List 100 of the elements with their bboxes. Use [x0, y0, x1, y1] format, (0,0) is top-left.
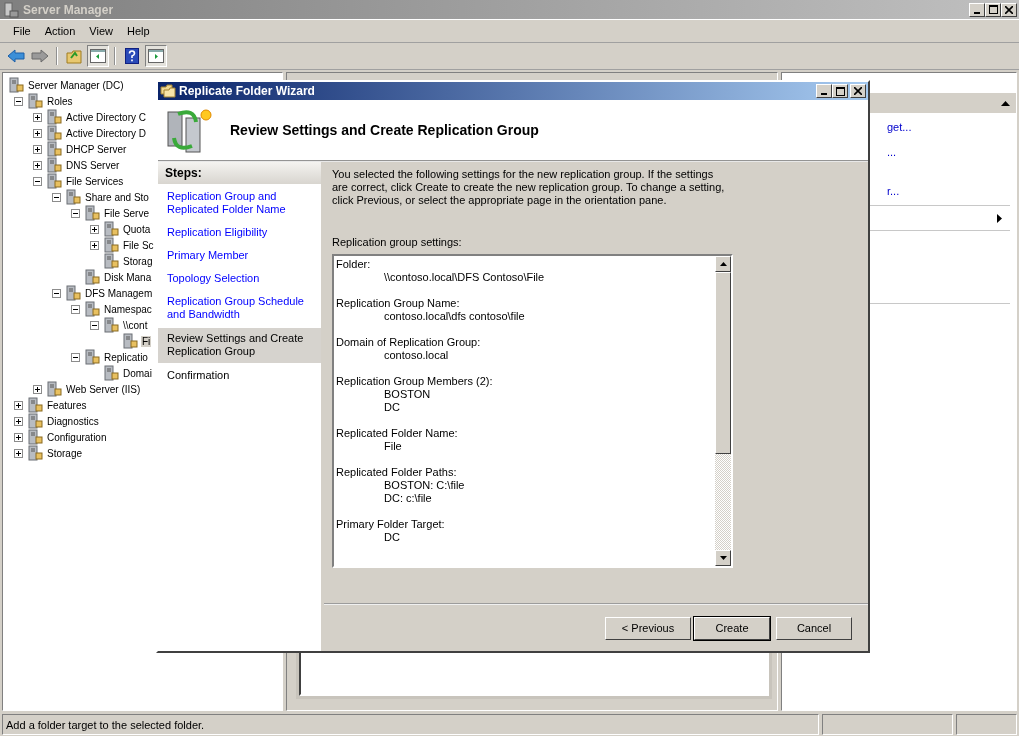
server-icon: [103, 237, 119, 253]
server-icon: [27, 397, 43, 413]
step-link[interactable]: Replication Eligibility: [158, 223, 321, 243]
close-icon: [1005, 5, 1013, 14]
scrollbar[interactable]: [715, 256, 731, 566]
tree-item[interactable]: Active Directory D: [65, 127, 147, 139]
server-icon: [46, 141, 62, 157]
collapse-toggle[interactable]: [71, 352, 80, 362]
expand-toggle[interactable]: [90, 224, 99, 234]
step-link[interactable]: Primary Member: [158, 246, 321, 266]
step-item[interactable]: Review Settings and Create Replication Group: [158, 328, 321, 363]
action-pane-button[interactable]: [145, 45, 167, 67]
server-icon: [27, 429, 43, 445]
server-icon: [3, 1, 19, 18]
tree-item[interactable]: Disk Mana: [103, 271, 153, 283]
tree-item[interactable]: Diagnostics: [46, 415, 100, 427]
tree-item[interactable]: Features: [46, 399, 88, 411]
tree-item[interactable]: Namespac: [103, 303, 153, 315]
tree-item[interactable]: DHCP Server: [65, 143, 128, 155]
maximize-button[interactable]: [985, 2, 1001, 17]
action-link[interactable]: get...: [887, 119, 1010, 135]
dialog-button[interactable]: Cancel: [776, 616, 852, 640]
menu-item[interactable]: View: [82, 25, 120, 37]
expand-toggle[interactable]: [33, 112, 42, 122]
server-icon: [84, 349, 100, 365]
close-button[interactable]: [850, 84, 866, 98]
tree-item[interactable]: Fi: [141, 335, 152, 347]
expand-toggle[interactable]: [14, 416, 23, 426]
step-link[interactable]: Replication Group and Replicated Folder Name: [158, 187, 321, 220]
tree-item[interactable]: \\cont: [122, 319, 149, 331]
setting-value: DC: [383, 401, 401, 414]
minimize-button[interactable]: [969, 2, 985, 17]
step-link[interactable]: Topology Selection: [158, 269, 321, 289]
menu-item[interactable]: Action: [37, 25, 83, 37]
dialog-title: Replicate Folder Wizard: [179, 84, 315, 98]
tree-item[interactable]: File Serve: [103, 207, 150, 219]
setting-value: BOSTON: C:\file: [383, 479, 466, 492]
tree-item[interactable]: Storag: [122, 255, 154, 267]
collapse-toggle[interactable]: [33, 176, 42, 186]
maximize-button[interactable]: [832, 84, 848, 98]
server-icon: [46, 109, 62, 125]
setting-label: Replication Group Members (2):: [336, 375, 494, 388]
menu-item[interactable]: Help: [119, 25, 157, 37]
setting-label: Folder:: [336, 258, 372, 271]
tree-item[interactable]: Storage: [46, 447, 84, 459]
tree-item[interactable]: Replicatio: [103, 351, 149, 363]
window-title: Server Manager: [23, 2, 114, 17]
minimize-button[interactable]: [816, 84, 832, 98]
expand-toggle[interactable]: [14, 448, 23, 458]
server-icon: [65, 189, 81, 205]
server-icon: [122, 333, 138, 349]
tree-item[interactable]: Web Server (IIS): [65, 383, 142, 395]
menu-item[interactable]: File: [6, 25, 38, 37]
tree-item[interactable]: File Services: [65, 175, 125, 187]
tree-item[interactable]: Share and Sto: [84, 191, 150, 203]
server-icon: [46, 381, 62, 397]
collapse-toggle[interactable]: [52, 192, 61, 202]
tree-item[interactable]: Quota: [122, 223, 152, 235]
close-button[interactable]: [1001, 2, 1017, 17]
dialog-button[interactable]: Create: [694, 616, 770, 640]
expand-toggle[interactable]: [33, 384, 42, 394]
collapse-toggle[interactable]: [14, 96, 23, 106]
setting-value: contoso.local\dfs contoso\file: [383, 310, 526, 323]
collapse-toggle[interactable]: [52, 288, 61, 298]
server-icon: [46, 125, 62, 141]
tree-item[interactable]: DNS Server: [65, 159, 121, 171]
setting-label: Primary Folder Target:: [336, 518, 446, 531]
expand-toggle[interactable]: [14, 432, 23, 442]
tree-item[interactable]: Roles: [46, 95, 74, 107]
collapse-toggle[interactable]: [90, 320, 99, 330]
dialog-button[interactable]: < Previous: [605, 616, 691, 640]
expand-toggle[interactable]: [90, 240, 99, 250]
setting-value: BOSTON: [383, 388, 432, 401]
collapse-toggle[interactable]: [71, 208, 80, 218]
collapse-toggle[interactable]: [71, 304, 80, 314]
tree-item[interactable]: Server Manager (DC): [27, 79, 125, 91]
action-link[interactable]: r...: [887, 183, 1010, 199]
console-tree-button[interactable]: [87, 45, 109, 67]
status-text: Add a folder target to the selected folder.: [2, 714, 819, 735]
tree-item[interactable]: DFS Managem: [84, 287, 154, 299]
step-link[interactable]: Replication Group Schedule and Bandwidth: [158, 292, 321, 325]
intro-text: You selected the following settings for the new replication group. If the settings are correct, click Create to create the new replication group. To change a setting, click Previous, or select the appropriate page in the orientation pane.: [332, 168, 726, 207]
server-icon: [103, 365, 119, 381]
server-icon: [65, 285, 81, 301]
expand-toggle[interactable]: [33, 128, 42, 138]
expand-toggle[interactable]: [14, 400, 23, 410]
tree-item[interactable]: Active Directory C: [65, 111, 147, 123]
tree-item[interactable]: Domai: [122, 367, 153, 379]
setting-value: contoso.local: [383, 349, 450, 362]
tree-item[interactable]: Configuration: [46, 431, 108, 443]
collapse-arrow-icon[interactable]: [1001, 100, 1010, 106]
server-icon: [27, 445, 43, 461]
folders-icon: [160, 83, 176, 99]
setting-label: Replicated Folder Paths:: [336, 466, 458, 479]
settings-box[interactable]: [332, 254, 733, 568]
tree-item[interactable]: File Sc: [122, 239, 155, 251]
expand-toggle[interactable]: [33, 160, 42, 170]
scroll-up-icon[interactable]: [719, 262, 727, 266]
action-link[interactable]: ...: [887, 144, 1010, 160]
expand-toggle[interactable]: [33, 144, 42, 154]
